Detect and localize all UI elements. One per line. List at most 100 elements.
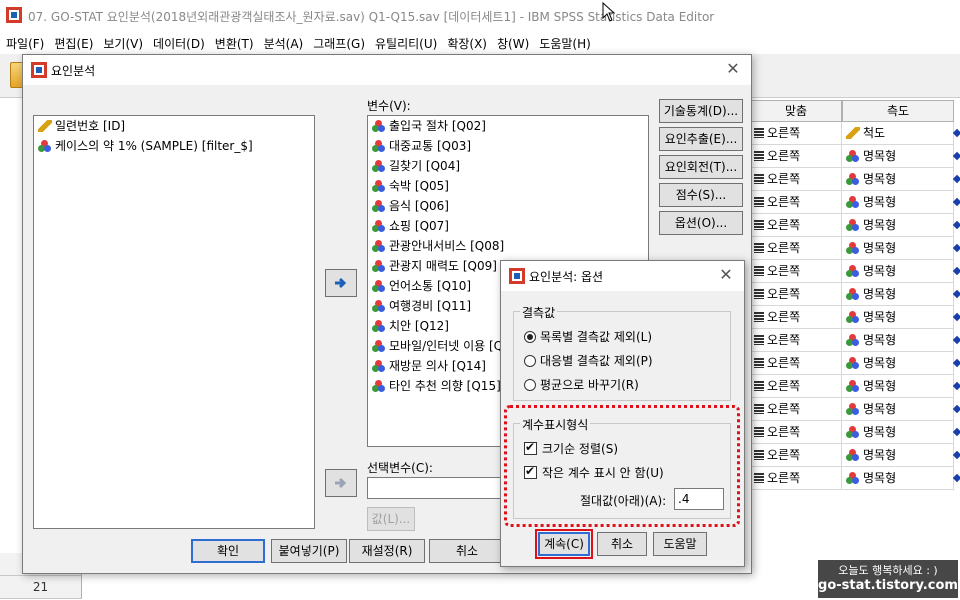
radio-button[interactable] (524, 378, 536, 391)
value-button[interactable]: 값(L)... (367, 507, 415, 531)
cell-measure[interactable]: 명목형 (842, 375, 954, 398)
cell-measure[interactable]: 명목형 (842, 306, 954, 329)
move-to-variables-button[interactable] (325, 269, 357, 297)
cell-align[interactable]: 오른쪽 (750, 329, 842, 352)
cell-measure[interactable]: 명목형 (842, 168, 954, 191)
align-right-icon (754, 197, 764, 207)
menu-item[interactable]: 변환(T) (213, 35, 262, 52)
menu-item[interactable]: 파일(F) (4, 35, 52, 52)
cell-measure[interactable]: 명목형 (842, 467, 954, 490)
cell-measure[interactable]: 명목형 (842, 237, 954, 260)
menu-item[interactable]: 확장(X) (445, 35, 495, 52)
missing-values-group: 결측값 목록별 결측값 제외(L) 대응별 결측값 제외(P) 평균으로 바꾸기… (513, 304, 731, 401)
cancel-button[interactable]: 취소 (597, 532, 647, 556)
radio-replace-mean[interactable]: 평균으로 바꾸기(R) (524, 376, 639, 393)
cell-measure[interactable]: 명목형 (842, 260, 954, 283)
nominal-icon (372, 360, 386, 372)
nominal-icon (846, 426, 860, 438)
close-icon[interactable]: ✕ (716, 265, 736, 284)
list-item-label: 관광지 매력도 [Q09] (389, 259, 497, 273)
nominal-icon (372, 280, 386, 292)
cell-align[interactable]: 오른쪽 (750, 467, 842, 490)
cell-align[interactable]: 오른쪽 (750, 352, 842, 375)
cancel-button[interactable]: 취소 (429, 539, 505, 563)
options-button[interactable]: 옵션(O)... (659, 211, 743, 235)
cell-align[interactable]: 오른쪽 (750, 375, 842, 398)
menu-item[interactable]: 분석(A) (262, 35, 312, 52)
cell-align[interactable]: 오른쪽 (750, 214, 842, 237)
cell-measure-text: 명목형 (863, 471, 897, 485)
cell-align[interactable]: 오른쪽 (750, 421, 842, 444)
cell-measure[interactable]: 명목형 (842, 444, 954, 467)
cell-align[interactable]: 오른쪽 (750, 444, 842, 467)
reset-button[interactable]: 재설정(R) (349, 539, 425, 563)
checkbox-suppress-small[interactable]: 작은 계수 표시 안 함(U) (524, 464, 664, 481)
list-item[interactable]: 대중교통 [Q03] (368, 136, 648, 156)
cell-align[interactable]: 오른쪽 (750, 145, 842, 168)
cell-align[interactable]: 오른쪽 (750, 191, 842, 214)
cell-align[interactable]: 오른쪽 (750, 260, 842, 283)
list-item[interactable]: 일련번호 [ID] (34, 116, 314, 136)
paste-button[interactable]: 붙여넣기(P) (271, 539, 347, 563)
column-header-measure[interactable]: 측도 (842, 100, 954, 122)
cell-measure[interactable]: 명목형 (842, 283, 954, 306)
absolute-value-input[interactable] (674, 488, 724, 510)
cell-align-text: 오른쪽 (767, 425, 801, 439)
menu-item[interactable]: 편집(E) (52, 35, 101, 52)
nominal-icon (372, 320, 386, 332)
cell-align[interactable]: 오른쪽 (750, 237, 842, 260)
nominal-icon (372, 220, 386, 232)
menu-item[interactable]: 창(W) (495, 35, 537, 52)
rotation-button[interactable]: 요인회전(T)... (659, 155, 743, 179)
nominal-icon (372, 380, 386, 392)
radio-pairwise[interactable]: 대응별 결측값 제외(P) (524, 352, 653, 369)
selection-variable-field[interactable] (367, 477, 501, 499)
menu-item[interactable]: 도움말(H) (537, 35, 599, 52)
column-header-align[interactable]: 맞춤 (750, 100, 842, 122)
list-item[interactable]: 쇼핑 [Q07] (368, 216, 648, 236)
cell-measure-text: 명목형 (863, 402, 897, 416)
source-variable-list[interactable]: 일련번호 [ID] 케이스의 약 1% (SAMPLE) [filter_$] (33, 115, 315, 529)
checkbox-sort-by-size[interactable]: 크기순 정렬(S) (524, 440, 618, 457)
close-icon[interactable]: ✕ (723, 59, 743, 78)
list-item[interactable]: 숙박 [Q05] (368, 176, 648, 196)
list-item[interactable]: 길찾기 [Q04] (368, 156, 648, 176)
list-item[interactable]: 관광안내서비스 [Q08] (368, 236, 648, 256)
move-to-selection-button[interactable] (325, 469, 357, 497)
cell-measure[interactable]: 명목형 (842, 145, 954, 168)
scores-button[interactable]: 점수(S)... (659, 183, 743, 207)
menu-item[interactable]: 보기(V) (101, 35, 151, 52)
menu-item[interactable]: 그래프(G) (311, 35, 373, 52)
menu-item[interactable]: 데이터(D) (151, 35, 213, 52)
ok-button[interactable]: 확인 (191, 539, 265, 563)
radio-listwise[interactable]: 목록별 결측값 제외(L) (524, 328, 652, 345)
cell-measure[interactable]: 명목형 (842, 214, 954, 237)
cell-measure[interactable]: 명목형 (842, 329, 954, 352)
cell-align[interactable]: 오른쪽 (750, 122, 842, 145)
list-item[interactable]: 케이스의 약 1% (SAMPLE) [filter_$] (34, 136, 314, 156)
checkbox[interactable] (524, 440, 537, 455)
cell-align[interactable]: 오른쪽 (750, 168, 842, 191)
extraction-button[interactable]: 요인추출(E)... (659, 127, 743, 151)
cell-measure[interactable]: 명목형 (842, 191, 954, 214)
list-item-label: 일련번호 [ID] (55, 119, 126, 133)
list-item[interactable]: 음식 [Q06] (368, 196, 648, 216)
cell-measure[interactable]: 명목형 (842, 421, 954, 444)
checkbox[interactable] (524, 464, 537, 479)
help-button[interactable]: 도움말 (653, 532, 707, 556)
list-item[interactable]: 출입국 절차 [Q02] (368, 116, 648, 136)
cell-align[interactable]: 오른쪽 (750, 283, 842, 306)
radio-button[interactable] (524, 330, 536, 343)
cell-measure[interactable]: 척도 (842, 122, 954, 145)
continue-button[interactable]: 계속(C) (538, 532, 590, 556)
radio-button[interactable] (524, 354, 536, 367)
cell-measure[interactable]: 명목형 (842, 398, 954, 421)
cell-align[interactable]: 오른쪽 (750, 398, 842, 421)
menu-item[interactable]: 유틸리티(U) (373, 35, 445, 52)
options-dialog-title: 요인분석: 옵션 (529, 270, 604, 284)
descriptives-button[interactable]: 기술통계(D)... (659, 99, 743, 123)
cell-measure[interactable]: 명목형 (842, 352, 954, 375)
cell-align[interactable]: 오른쪽 (750, 306, 842, 329)
row-number[interactable]: 21 (0, 576, 82, 599)
align-right-icon (754, 128, 764, 138)
